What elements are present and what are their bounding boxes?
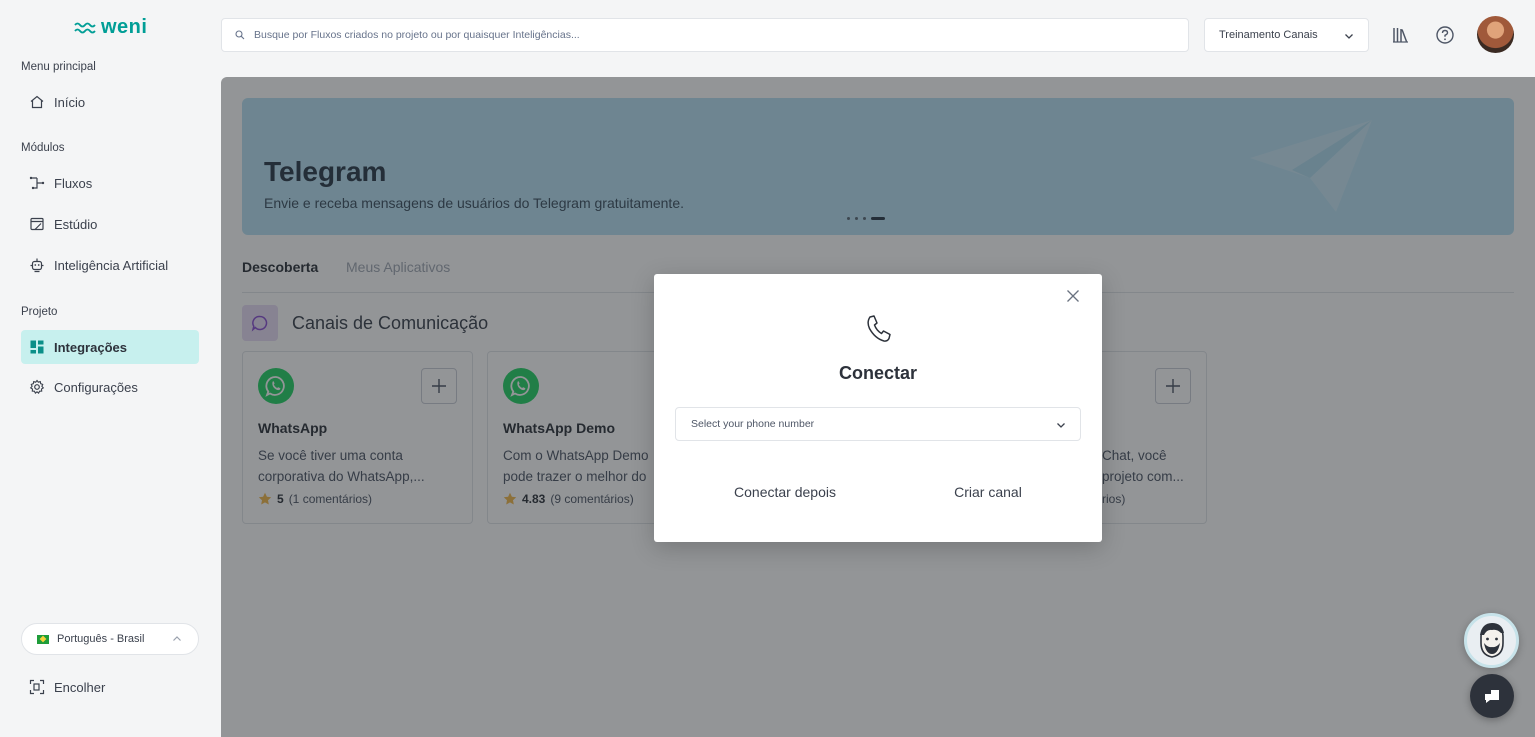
connect-later-button[interactable]: Conectar depois [714,474,856,510]
phone-number-select[interactable]: Select your phone number [675,407,1081,441]
create-channel-button[interactable]: Criar canal [914,474,1062,510]
collapse-sidebar-button[interactable]: Encolher [21,670,199,704]
section-label-projeto: Projeto [21,306,58,318]
chat-icon [1485,690,1499,703]
section-label-modulos: Módulos [21,142,65,154]
section-label-menu: Menu principal [21,61,96,73]
brazil-flag-icon [37,634,49,644]
collapse-icon [29,679,45,695]
search-bar[interactable] [221,18,1189,52]
sidebar-item-label: Estúdio [54,216,98,232]
project-name: Treinamento Canais [1219,29,1318,41]
sidebar-item-label: Inteligência Artificial [54,257,169,273]
bot-avatar[interactable] [1464,613,1519,668]
user-avatar[interactable] [1477,16,1514,53]
chat-launcher-button[interactable] [1470,674,1514,718]
bot-face-icon [1479,622,1504,658]
language-select[interactable]: Português - Brasil [21,623,199,655]
ai-icon [30,258,44,273]
sidebar-item-label: Integrações [54,339,127,355]
sidebar-item-inicio[interactable]: Início [21,85,199,119]
sidebar: weni Menu principal Início Módulos Fluxo… [0,0,220,737]
connect-modal: Conectar Select your phone number Conect… [654,274,1102,542]
wave-logo-icon [74,22,96,33]
help-icon[interactable] [1435,25,1455,45]
chevron-up-icon [173,636,181,641]
collapse-label: Encolher [54,679,106,695]
phone-number-placeholder: Select your phone number [691,418,815,430]
home-icon [30,95,44,109]
flows-icon [29,176,45,190]
sidebar-item-ia[interactable]: Inteligência Artificial [21,248,199,282]
weni-logo[interactable]: weni [74,16,147,39]
studio-icon [30,217,44,231]
chevron-down-icon [1057,423,1065,428]
sidebar-item-integracoes[interactable]: Integrações [21,330,199,364]
chevron-down-icon [1345,34,1353,39]
sidebar-item-estudio[interactable]: Estúdio [21,207,199,241]
language-label: Português - Brasil [57,633,145,645]
sidebar-item-configuracoes[interactable]: Configurações [21,370,199,404]
phone-icon [867,315,891,342]
sidebar-item-label: Início [54,94,86,110]
search-icon [235,30,245,40]
sidebar-item-fluxos[interactable]: Fluxos [21,166,199,200]
sidebar-item-label: Configurações [54,379,138,395]
library-icon[interactable] [1391,25,1411,45]
search-input[interactable] [254,29,1154,41]
close-icon[interactable] [1066,289,1080,303]
sidebar-item-label: Fluxos [54,175,93,191]
project-select[interactable]: Treinamento Canais [1204,18,1369,52]
brand-name: weni [101,16,148,38]
modal-title: Conectar [838,363,918,383]
settings-icon [29,379,45,394]
integrations-icon [30,340,44,354]
